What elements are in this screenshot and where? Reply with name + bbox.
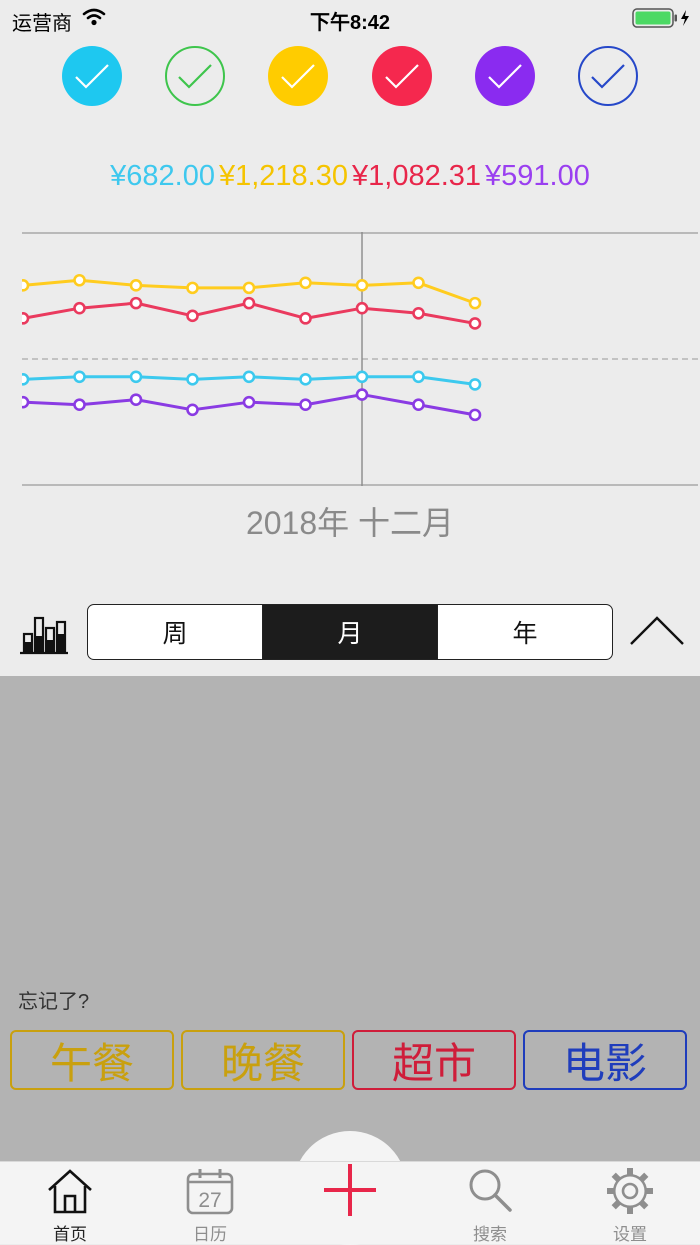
chart-period-label: 2018年 十二月 <box>245 505 455 541</box>
filter-toggle-cyan[interactable] <box>62 46 122 106</box>
data-point[interactable] <box>22 312 30 325</box>
data-point[interactable] <box>129 296 143 310</box>
total-amount: ¥1,218.30 <box>218 160 348 192</box>
data-point[interactable] <box>355 301 369 315</box>
total-amount: ¥1,082.31 <box>352 160 482 192</box>
tab-calendar[interactable]: 27 日历 <box>160 1162 260 1245</box>
data-point[interactable] <box>186 281 199 295</box>
filter-toggle-purple[interactable] <box>475 46 535 106</box>
data-point[interactable] <box>355 388 369 401</box>
data-point[interactable] <box>186 403 199 417</box>
data-point[interactable] <box>468 296 482 310</box>
data-point[interactable] <box>22 373 30 386</box>
data-point[interactable] <box>22 395 30 409</box>
data-point[interactable] <box>73 398 86 412</box>
bar-chart-icon[interactable] <box>18 612 70 656</box>
data-point[interactable] <box>242 370 256 384</box>
data-point[interactable] <box>242 395 256 409</box>
chart-series <box>22 370 482 391</box>
quick-add-row: 午餐 晚餐 超市 电影 <box>10 1030 692 1092</box>
quick-add-button[interactable]: 晚餐 <box>181 1030 345 1090</box>
chart-series <box>22 296 482 330</box>
checkmark-icon <box>591 64 625 89</box>
data-point[interactable] <box>73 370 86 384</box>
total-amount: ¥591.00 <box>485 160 590 192</box>
data-point[interactable] <box>186 373 199 386</box>
checkmark-icon <box>75 64 109 89</box>
tab-label: 日历 <box>193 1225 227 1244</box>
search-icon <box>469 1169 512 1212</box>
data-point[interactable] <box>355 279 369 292</box>
data-point[interactable] <box>468 378 482 391</box>
tab-settings[interactable]: 设置 <box>580 1162 680 1245</box>
data-point[interactable] <box>73 301 86 315</box>
status-time: 下午8:42 <box>309 12 391 34</box>
battery-icon <box>632 8 689 28</box>
chevron-up-icon[interactable] <box>628 614 686 648</box>
home-icon <box>48 1169 92 1214</box>
status-bar: 运营商 下午8:42 <box>0 0 700 36</box>
data-point[interactable] <box>412 370 425 384</box>
tab-home[interactable]: 首页 <box>20 1162 120 1245</box>
data-point[interactable] <box>129 393 143 406</box>
gear-icon <box>607 1168 653 1214</box>
data-point[interactable] <box>186 309 199 323</box>
period-week[interactable]: 周 <box>88 605 263 659</box>
data-point[interactable] <box>412 398 425 412</box>
data-point[interactable] <box>242 281 256 295</box>
quick-add-button[interactable]: 电影 <box>523 1030 687 1090</box>
checkmark-icon <box>281 64 315 89</box>
data-point[interactable] <box>299 312 312 325</box>
quick-add-button[interactable]: 超市 <box>352 1030 516 1090</box>
tab-label: 首页 <box>53 1225 87 1244</box>
data-point[interactable] <box>412 276 425 290</box>
total-amount: ¥682.00 <box>110 160 215 192</box>
data-point[interactable] <box>242 296 256 310</box>
plus-icon <box>324 1164 376 1216</box>
data-point[interactable] <box>22 279 30 292</box>
data-point[interactable] <box>468 317 482 330</box>
chart-grid <box>22 232 698 486</box>
data-point[interactable] <box>129 279 143 292</box>
period-month[interactable]: 月 <box>263 605 438 659</box>
filter-toggle-yellow[interactable] <box>268 46 328 106</box>
forgot-label: 忘记了? <box>18 991 90 1013</box>
data-point[interactable] <box>355 370 369 384</box>
checkmark-icon <box>488 64 522 89</box>
tab-label: 搜索 <box>473 1225 507 1244</box>
chart-series <box>22 388 482 422</box>
data-point[interactable] <box>299 398 312 412</box>
add-entry-button[interactable] <box>310 1148 390 1228</box>
filter-toggle-blue[interactable] <box>578 46 638 106</box>
category-filter-row <box>0 44 700 110</box>
data-point[interactable] <box>468 408 482 422</box>
tab-search[interactable]: 搜索 <box>440 1162 540 1245</box>
quick-add-button[interactable]: 午餐 <box>10 1030 174 1090</box>
filter-toggle-green[interactable] <box>165 46 225 106</box>
period-year[interactable]: 年 <box>438 605 612 659</box>
checkmark-icon <box>178 64 212 89</box>
data-point[interactable] <box>299 373 312 386</box>
spending-line-chart[interactable] <box>22 232 698 486</box>
filter-toggle-red[interactable] <box>372 46 432 106</box>
category-totals: ¥682.00 ¥1,218.30 ¥1,082.31 ¥591.00 <box>0 160 700 193</box>
data-point[interactable] <box>299 276 312 290</box>
calendar-icon: 27 <box>186 1169 234 1215</box>
checkmark-icon <box>385 64 419 89</box>
period-control-row: 周 月 年 <box>0 602 700 662</box>
data-point[interactable] <box>412 306 425 320</box>
data-point[interactable] <box>129 370 143 384</box>
calendar-day: 27 <box>198 1189 221 1212</box>
data-point[interactable] <box>73 273 86 287</box>
period-segmented-control: 周 月 年 <box>87 604 613 660</box>
tab-label: 设置 <box>613 1225 647 1244</box>
